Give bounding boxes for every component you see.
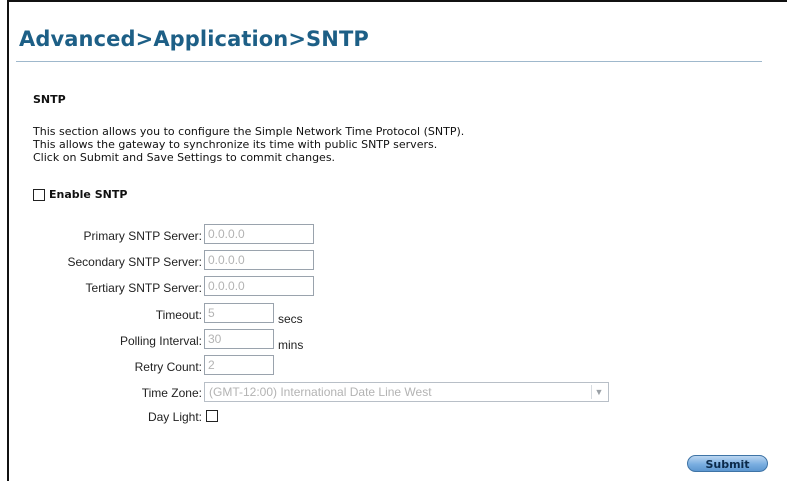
timeout-input[interactable]: 5: [204, 303, 274, 323]
title-divider: [16, 61, 762, 62]
time-zone-label: Time Zone:: [141, 386, 202, 400]
description-line: Click on Submit and Save Settings to com…: [33, 151, 336, 164]
page-title: Advanced>Application>SNTP: [19, 27, 369, 51]
tertiary-server-label: Tertiary SNTP Server:: [85, 281, 202, 295]
description-line: This section allows you to configure the…: [33, 125, 465, 138]
section-heading: SNTP: [33, 93, 66, 106]
section-description: This section allows you to configure the…: [33, 125, 464, 164]
timeout-label: Timeout:: [155, 308, 202, 322]
enable-sntp-checkbox[interactable]: [33, 188, 45, 201]
retry-count-input[interactable]: 2: [204, 355, 274, 375]
enable-sntp-row[interactable]: Enable SNTP: [33, 188, 127, 201]
time-zone-select[interactable]: (GMT-12:00) International Date Line West…: [204, 382, 609, 402]
secondary-server-input[interactable]: 0.0.0.0: [204, 250, 314, 270]
retry-count-label: Retry Count:: [134, 360, 202, 374]
primary-server-label: Primary SNTP Server:: [83, 229, 202, 243]
submit-button[interactable]: Submit: [687, 455, 768, 472]
timeout-unit: secs: [278, 312, 303, 326]
enable-sntp-label: Enable SNTP: [49, 188, 128, 201]
secondary-server-label: Secondary SNTP Server:: [67, 255, 202, 269]
polling-interval-label: Polling Interval:: [119, 334, 202, 348]
daylight-label: Day Light:: [147, 410, 202, 424]
time-zone-selected: (GMT-12:00) International Date Line West: [209, 385, 432, 399]
polling-interval-unit: mins: [278, 338, 304, 352]
description-line: This allows the gateway to synchronize i…: [33, 138, 438, 151]
chevron-down-icon[interactable]: ▼: [591, 385, 606, 399]
polling-interval-input[interactable]: 30: [204, 329, 274, 349]
tertiary-server-input[interactable]: 0.0.0.0: [204, 276, 314, 296]
daylight-checkbox[interactable]: [206, 410, 218, 422]
primary-server-input[interactable]: 0.0.0.0: [204, 224, 314, 244]
